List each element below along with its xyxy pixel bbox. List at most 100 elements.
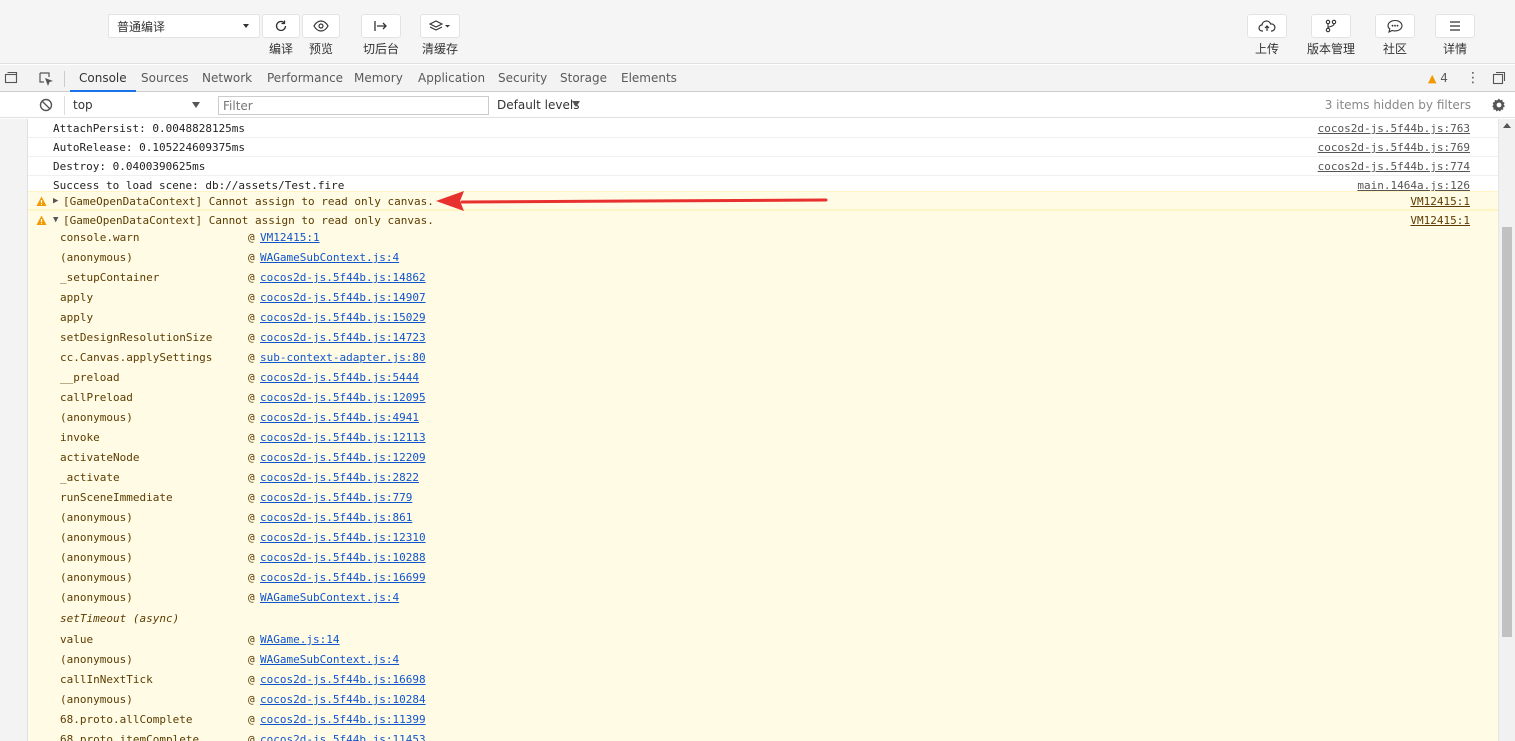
at-symbol: @ (248, 713, 255, 726)
devtools-tabbar: Console Sources Network Performance Memo… (0, 65, 1515, 92)
at-symbol: @ (248, 231, 255, 244)
stack-function: callPreload (60, 391, 133, 404)
version-control-label: 版本管理 (1306, 42, 1355, 56)
refresh-icon (275, 20, 287, 32)
stack-source-link[interactable]: VM12415:1 (260, 228, 320, 248)
preview-button[interactable] (302, 14, 340, 38)
stack-source-link[interactable]: cocos2d-js.5f44b.js:11453 (260, 730, 426, 741)
source-link[interactable]: cocos2d-js.5f44b.js:774 (1318, 157, 1470, 176)
stack-source-link[interactable]: cocos2d-js.5f44b.js:14723 (260, 328, 426, 348)
upload-button[interactable] (1247, 14, 1287, 38)
stack-source-link[interactable]: WAGameSubContext.js:4 (260, 588, 399, 608)
stack-source-link[interactable]: cocos2d-js.5f44b.js:779 (260, 488, 412, 508)
clear-cache-button[interactable] (420, 14, 460, 38)
stack-frame: (anonymous) @ cocos2d-js.5f44b.js:10284 (28, 690, 1498, 710)
version-control-button[interactable] (1311, 14, 1351, 38)
stack-frame: invoke @ cocos2d-js.5f44b.js:12113 (28, 428, 1498, 448)
tab-elements[interactable]: Elements (621, 65, 677, 92)
stack-source-link[interactable]: cocos2d-js.5f44b.js:12095 (260, 388, 426, 408)
source-link[interactable]: cocos2d-js.5f44b.js:769 (1318, 138, 1470, 157)
stack-frame: setTimeout (async) (28, 609, 1498, 629)
tab-network[interactable]: Network (202, 65, 252, 92)
stack-frame: cc.Canvas.applySettings @ sub-context-adap… (28, 348, 1498, 368)
stack-frame: (anonymous) @ cocos2d-js.5f44b.js:4941 (28, 408, 1498, 428)
more-options-icon[interactable]: ⋮ (1466, 69, 1480, 87)
stack-source-link[interactable]: cocos2d-js.5f44b.js:12310 (260, 528, 426, 548)
gear-icon[interactable] (1491, 97, 1507, 113)
stack-function: _activate (60, 471, 120, 484)
chevron-down-icon (572, 101, 580, 107)
hidden-items-note: 3 items hidden by filters (1324, 98, 1471, 112)
tab-application[interactable]: Application (418, 65, 485, 92)
stack-source-link[interactable]: WAGame.js:14 (260, 630, 339, 650)
chevron-down-icon (192, 102, 200, 108)
stack-source-link[interactable]: sub-context-adapter.js:80 (260, 348, 426, 368)
ide-toolbar: 普通编译 编译 预览 切后台 清缓存 上传 版本管理 社区 详情 (0, 0, 1515, 64)
stack-frame: 68.proto.allComplete @ cocos2d-js.5f44b.js… (28, 710, 1498, 730)
at-symbol: @ (248, 471, 255, 484)
stack-frame: (anonymous) @ WAGameSubContext.js:4 (28, 248, 1498, 268)
stack-function: apply (60, 291, 94, 304)
eye-icon (313, 20, 329, 32)
compile-mode-select[interactable]: 普通编译 (108, 14, 260, 38)
source-link[interactable]: cocos2d-js.5f44b.js:763 (1318, 119, 1470, 138)
expand-triangle-icon[interactable]: ▶ (53, 192, 58, 211)
stack-source-link[interactable]: cocos2d-js.5f44b.js:10288 (260, 548, 426, 568)
at-symbol: @ (248, 591, 255, 604)
compile-button[interactable] (262, 14, 300, 38)
scroll-thumb[interactable] (1502, 227, 1512, 637)
at-symbol: @ (248, 271, 255, 284)
stack-source-link[interactable]: cocos2d-js.5f44b.js:11399 (260, 710, 426, 730)
log-levels-select[interactable]: Default levels (497, 98, 587, 114)
branch-icon (1325, 19, 1337, 33)
community-button[interactable] (1375, 14, 1415, 38)
console-scrollbar[interactable] (1498, 119, 1515, 741)
tab-sources[interactable]: Sources (141, 65, 188, 92)
console-filter-input[interactable] (218, 96, 489, 115)
toggle-panel-icon[interactable] (4, 71, 18, 85)
warning-counter[interactable]: ▲ 4 (1428, 71, 1448, 85)
devtools-left-gutter (0, 119, 28, 741)
tab-console[interactable]: Console (70, 65, 136, 92)
details-button[interactable] (1435, 14, 1475, 38)
stack-source-link[interactable]: cocos2d-js.5f44b.js:14907 (260, 288, 426, 308)
stack-source-link[interactable]: cocos2d-js.5f44b.js:15029 (260, 308, 426, 328)
log-levels-value: Default levels (497, 98, 580, 112)
at-symbol: @ (248, 311, 255, 324)
stack-source-link[interactable]: WAGameSubContext.js:4 (260, 248, 399, 268)
stack-frame: callInNextTick @ cocos2d-js.5f44b.js:16698 (28, 670, 1498, 690)
stack-frame: apply @ cocos2d-js.5f44b.js:15029 (28, 308, 1498, 328)
scroll-up-icon[interactable] (1503, 123, 1511, 128)
tab-security[interactable]: Security (498, 65, 547, 92)
tab-performance[interactable]: Performance (267, 65, 343, 92)
tab-memory[interactable]: Memory (354, 65, 403, 92)
stack-source-link[interactable]: cocos2d-js.5f44b.js:16698 (260, 670, 426, 690)
inspect-element-icon[interactable] (38, 71, 54, 87)
cloud-upload-icon (1258, 20, 1276, 32)
stack-function: value (60, 633, 94, 646)
at-symbol: @ (248, 693, 255, 706)
stack-source-link[interactable]: cocos2d-js.5f44b.js:12209 (260, 448, 426, 468)
layers-icon (429, 20, 450, 31)
execution-context-select[interactable]: top (64, 96, 206, 115)
stack-source-link[interactable]: cocos2d-js.5f44b.js:5444 (260, 368, 419, 388)
stack-source-link[interactable]: cocos2d-js.5f44b.js:12113 (260, 428, 426, 448)
tab-storage[interactable]: Storage (560, 65, 607, 92)
stack-source-link[interactable]: cocos2d-js.5f44b.js:14862 (260, 268, 426, 288)
stack-source-link[interactable]: cocos2d-js.5f44b.js:2822 (260, 468, 419, 488)
undock-icon[interactable] (1492, 71, 1506, 85)
stack-source-link[interactable]: cocos2d-js.5f44b.js:16699 (260, 568, 426, 588)
stack-source-link[interactable]: cocos2d-js.5f44b.js:10284 (260, 690, 426, 710)
stack-source-link[interactable]: WAGameSubContext.js:4 (260, 650, 399, 670)
source-link[interactable]: VM12415:1 (1410, 192, 1470, 211)
stack-source-link[interactable]: cocos2d-js.5f44b.js:4941 (260, 408, 419, 428)
stack-function: console.warn (60, 231, 140, 244)
stack-frame: runSceneImmediate @ cocos2d-js.5f44b.js:77… (28, 488, 1498, 508)
at-symbol: @ (248, 451, 255, 464)
clear-console-icon[interactable] (39, 98, 53, 112)
stack-function: runSceneImmediate (60, 491, 173, 504)
log-message: AttachPersist: 0.0048828125ms cocos2d-js… (28, 119, 1498, 138)
stack-source-link[interactable]: cocos2d-js.5f44b.js:861 (260, 508, 412, 528)
switch-background-button[interactable] (361, 14, 401, 38)
toolbar-divider (64, 71, 65, 87)
